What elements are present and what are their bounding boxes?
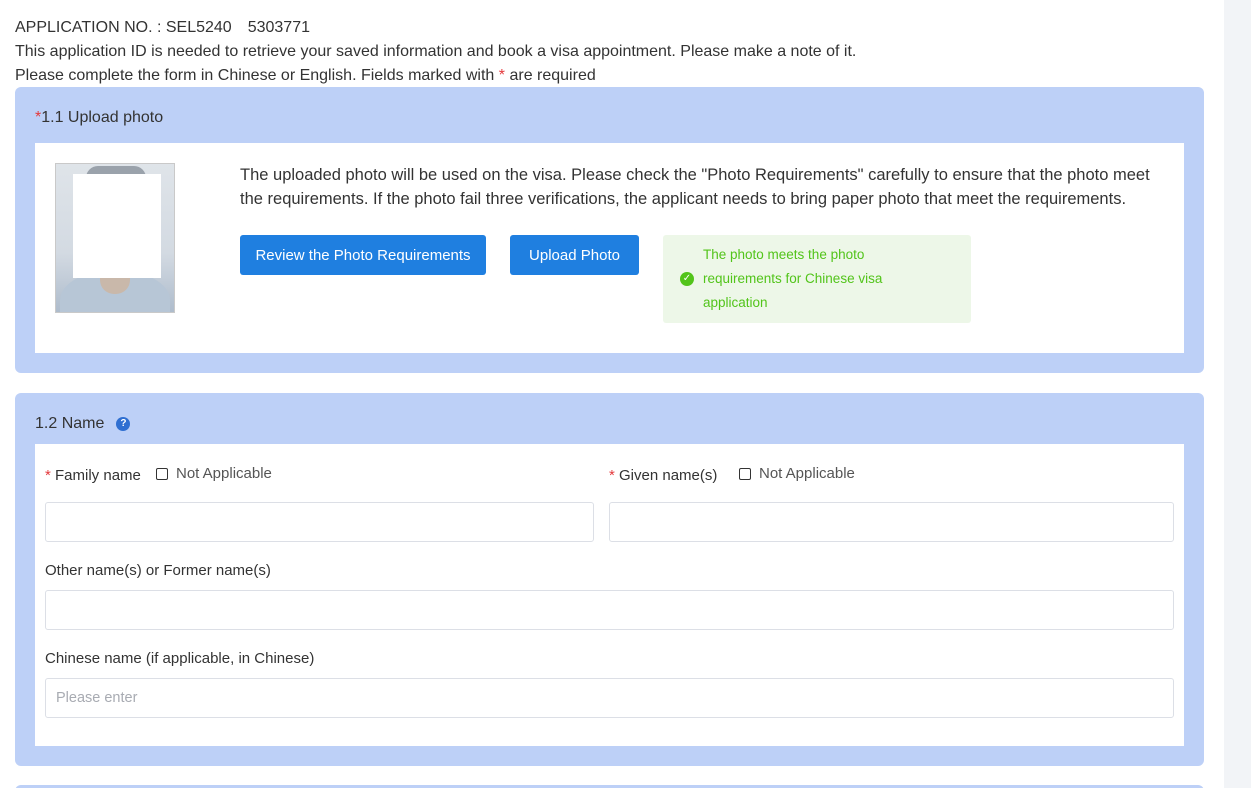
section-title-text: 1.2 Name [35,415,105,432]
photo-description: The uploaded photo will be used on the v… [240,166,1150,208]
main-content: APPLICATION NO. : SEL5240 5303771 This a… [0,0,1224,788]
other-name-input[interactable] [45,590,1174,630]
family-name-na-checkbox[interactable] [156,467,168,480]
photo-redaction [73,174,161,278]
given-name-na-label: Not Applicable [759,465,855,482]
name-section: 1.2 Name ? * Family name Not Applicable … [15,393,1204,766]
chinese-name-input[interactable] [45,678,1174,718]
application-number: APPLICATION NO. : SEL5240 5303771 [15,19,310,36]
given-name-label-text: Given name(s) [619,467,718,484]
upload-photo-panel: The uploaded photo will be used on the v… [35,143,1184,353]
family-name-label-text: Family name [55,467,141,484]
visa-application-page: APPLICATION NO. : SEL5240 5303771 This a… [0,0,1251,788]
required-marker: * [45,467,51,484]
photo-status-text: The photo meets the photo requirements f… [703,247,883,310]
family-name-label: * Family name [45,467,141,484]
right-gutter [1224,0,1251,788]
form-instruction: Please complete the form in Chinese or E… [15,64,856,88]
application-header: APPLICATION NO. : SEL5240 5303771 This a… [15,16,856,88]
required-marker: * [609,467,615,484]
upload-photo-button[interactable]: Upload Photo [510,235,639,275]
name-panel: * Family name Not Applicable * Given nam… [35,444,1184,746]
instruction-suffix: are required [505,67,596,84]
section-title-text: 1.1 Upload photo [41,109,164,126]
upload-photo-section: * 1.1 Upload photo The uploaded photo wi… [15,87,1204,373]
section-title-name: 1.2 Name ? [35,415,131,433]
family-name-input[interactable] [45,502,594,542]
chinese-name-label: Chinese name (if applicable, in Chinese) [45,650,315,667]
photo-status-message: ✓ The photo meets the photo requirements… [663,235,971,323]
family-name-not-applicable[interactable]: Not Applicable [156,465,272,482]
family-name-na-label: Not Applicable [176,465,272,482]
given-name-not-applicable[interactable]: Not Applicable [739,465,855,482]
given-name-label: * Given name(s) [609,467,717,484]
given-name-input[interactable] [609,502,1174,542]
check-circle-icon: ✓ [680,272,694,286]
applicant-photo [55,163,175,313]
review-photo-requirements-button[interactable]: Review the Photo Requirements [240,235,486,275]
application-note: This application ID is needed to retriev… [15,43,857,60]
instruction-prefix: Please complete the form in Chinese or E… [15,67,499,84]
section-title-upload-photo: * 1.1 Upload photo [35,109,163,127]
given-name-na-checkbox[interactable] [739,467,751,480]
question-circle-icon[interactable]: ? [116,417,131,431]
other-name-label: Other name(s) or Former name(s) [45,562,271,579]
